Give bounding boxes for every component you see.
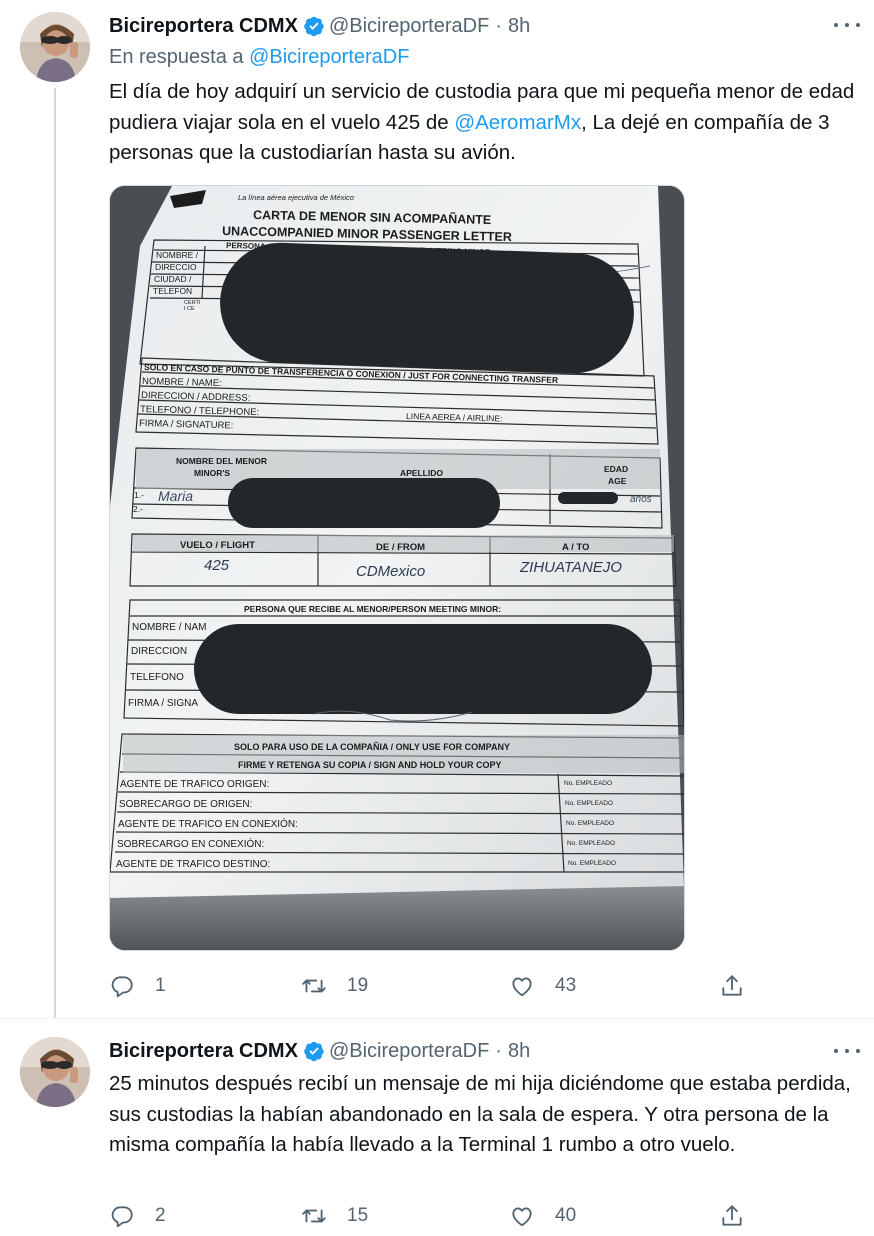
timestamp[interactable]: 8h	[508, 1040, 530, 1063]
sec3-col2: APELLIDO	[400, 468, 443, 478]
like-icon	[512, 977, 532, 997]
author-handle[interactable]: @BicireporteraDF	[329, 15, 489, 38]
like-button[interactable]: 43	[509, 970, 576, 1002]
sec1-row: DIRECCIO	[155, 262, 197, 272]
sec6-row: AGENTE DE TRAFICO DESTINO:	[116, 859, 270, 870]
sec5-row: NOMBRE / NAM	[132, 622, 206, 633]
like-icon	[512, 1207, 532, 1227]
tweet-1[interactable]: Bicireportera CDMX @BicireporteraDF · 8h…	[0, 0, 874, 1018]
sec3-row: 2.-	[133, 504, 143, 514]
retweet-icon	[302, 1209, 326, 1223]
like-count: 43	[555, 975, 577, 996]
reply-count: 1	[155, 975, 166, 996]
author-handle[interactable]: @BicireporteraDF	[329, 1040, 489, 1063]
hand-age: años	[630, 494, 652, 505]
reply-icon	[111, 1206, 133, 1228]
author-name[interactable]: Bicireportera CDMX	[109, 1040, 298, 1063]
verified-badge-icon	[303, 15, 325, 37]
sec5-row: TELEFONO	[130, 672, 184, 683]
sec6-header: SOLO PARA USO DE LA COMPAÑIA / ONLY USE …	[234, 742, 510, 752]
avatar[interactable]	[20, 1037, 90, 1107]
redaction-block	[558, 492, 618, 504]
sec6-sub: FIRME Y RETENGA SU COPIA / SIGN AND HOLD…	[238, 760, 502, 770]
sec1-row: CIUDAD /	[154, 274, 192, 284]
like-button[interactable]: 40	[509, 1200, 576, 1232]
flight-number-handwritten: 425	[204, 557, 230, 574]
like-count: 40	[555, 1205, 577, 1226]
flight-to-handwritten: ZIHUATANEJO	[519, 559, 622, 576]
separator-dot: ·	[495, 1039, 502, 1062]
avatar[interactable]	[20, 12, 90, 82]
sec1-row: NOMBRE /	[156, 250, 199, 260]
flight-from-handwritten: CDMexico	[356, 563, 425, 580]
sec6-row: AGENTE DE TRAFICO EN CONEXIÓN:	[118, 817, 298, 830]
share-button[interactable]	[719, 970, 745, 1002]
sec6-employee: No. EMPLEADO	[568, 860, 616, 867]
sec3-col3: EDAD	[604, 464, 628, 474]
sec3-col1: NOMBRE DEL MENOR	[176, 456, 267, 466]
flight-col3: A / TO	[562, 542, 589, 553]
flight-col2: DE / FROM	[376, 542, 425, 553]
verified-badge-icon	[303, 1040, 325, 1062]
reply-handle-link[interactable]: @BicireporteraDF	[249, 46, 409, 68]
share-icon	[722, 975, 742, 996]
tweet-text: El día de hoy adquirí un servicio de cus…	[109, 77, 865, 169]
tweet-header: Bicireportera CDMX @BicireporteraDF · 8h	[109, 1036, 530, 1066]
sec2-row: NOMBRE / NAME:	[142, 376, 222, 389]
retweet-button[interactable]: 15	[301, 1200, 368, 1232]
sec6-row: AGENTE DE TRAFICO ORIGEN:	[120, 779, 269, 790]
reply-button[interactable]: 2	[109, 1200, 166, 1232]
sec1-row: TELEFON	[153, 286, 192, 296]
sec5-row: FIRMA / SIGNA	[128, 698, 198, 709]
more-options-icon[interactable]	[834, 1041, 860, 1061]
author-name[interactable]: Bicireportera CDMX	[109, 15, 298, 38]
reply-icon	[111, 976, 133, 998]
sec3-row: 1.-	[134, 490, 144, 500]
sec6-employee: No. EMPLEADO	[565, 800, 613, 807]
retweet-button[interactable]: 19	[301, 970, 368, 1002]
sec3-col1b: MINOR'S	[194, 468, 230, 478]
reply-button[interactable]: 1	[109, 970, 166, 1002]
sec6-employee: No. EMPLEADO	[566, 820, 614, 827]
tweet-photo[interactable]: La línea aérea ejecutiva de México CARTA…	[109, 185, 685, 951]
retweet-count: 15	[347, 1205, 369, 1226]
tweet-actions: 1 19 43	[109, 970, 749, 1002]
redaction-block	[228, 478, 500, 528]
airline-tagline: La línea aérea ejecutiva de México	[238, 193, 354, 202]
retweet-icon	[302, 979, 326, 993]
share-icon	[722, 1205, 742, 1226]
separator-dot: ·	[495, 14, 502, 37]
timestamp[interactable]: 8h	[508, 15, 530, 38]
sec6-row: SOBRECARGO EN CONEXIÓN:	[117, 837, 264, 850]
mention-link[interactable]: @AeromarMx	[454, 111, 581, 134]
reply-count: 2	[155, 1205, 166, 1226]
sec5-row: DIRECCION	[131, 646, 187, 657]
sec3-col3b: AGE	[608, 476, 627, 486]
sec6-employee: No. EMPLEADO	[567, 840, 615, 847]
retweet-count: 19	[347, 975, 369, 996]
more-options-icon[interactable]	[834, 15, 860, 35]
hand-name: Maria	[158, 488, 193, 504]
tweet-text: 25 minutos después recibí un mensaje de …	[109, 1072, 851, 1156]
sec5-header: PERSONA QUE RECIBE AL MENOR/PERSON MEETI…	[244, 604, 501, 614]
tweet-header: Bicireportera CDMX @BicireporteraDF · 8h	[109, 11, 530, 41]
tweet-2[interactable]: Bicireportera CDMX @BicireporteraDF · 8h…	[0, 1019, 874, 1236]
redaction-block	[220, 242, 634, 374]
tweet-actions: 2 15 40	[109, 1200, 749, 1232]
redaction-block	[194, 624, 652, 714]
reply-prefix: En respuesta a	[109, 46, 244, 68]
sec1-extra: I CE	[184, 306, 195, 312]
thread-connector-line	[54, 88, 56, 1018]
reply-context: En respuesta a @BicireporteraDF	[109, 46, 409, 69]
sec6-row: SOBRECARGO DE ORIGEN:	[119, 799, 252, 810]
flight-col1: VUELO / FLIGHT	[180, 540, 255, 551]
share-button[interactable]	[719, 1200, 745, 1232]
sec6-employee: No. EMPLEADO	[564, 780, 612, 787]
